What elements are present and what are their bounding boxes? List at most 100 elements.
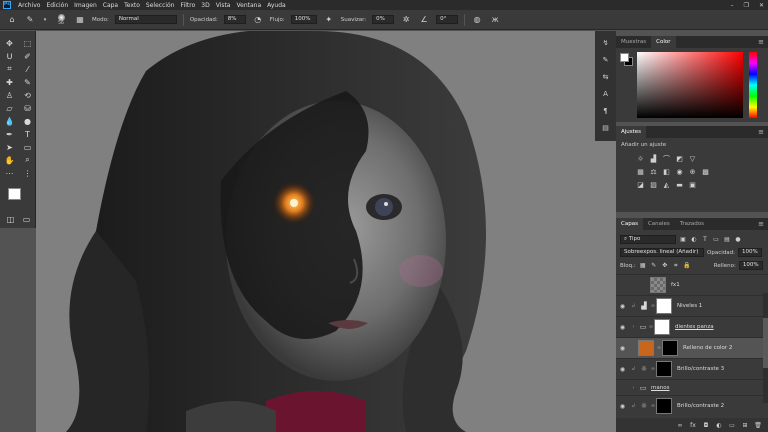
black-white-icon[interactable]: ◧ [662, 167, 671, 176]
layer-kind-filter[interactable]: ⌕ Tipo [620, 235, 676, 244]
lock-all-icon[interactable]: 🔒 [683, 262, 691, 270]
mode-select[interactable]: Normal [114, 15, 177, 24]
paint-bucket-tool-icon[interactable]: ⛁ [19, 102, 36, 114]
layers-scroll-thumb[interactable] [763, 318, 768, 368]
eye-icon[interactable]: ◉ [616, 324, 629, 331]
gear-icon[interactable]: ✲ [400, 14, 412, 26]
chevron-down-icon[interactable]: ▾ [42, 14, 48, 26]
curves-icon[interactable]: ⌒ [662, 154, 671, 163]
type-tool-icon[interactable]: T [19, 128, 36, 140]
eye-icon[interactable]: ◉ [616, 303, 629, 310]
smooth-input[interactable]: 0% [372, 15, 395, 24]
filter-type-icon[interactable]: T [701, 236, 709, 244]
filter-pixel-icon[interactable]: ▣ [679, 236, 687, 244]
channel-mixer-icon[interactable]: ⊕ [688, 167, 697, 176]
gradient-map-icon[interactable]: ▬ [675, 180, 684, 189]
layer-row[interactable]: ◉ ↲ ▟ ∞ Niveles 1 [616, 295, 768, 316]
filter-shape-icon[interactable]: ▭ [712, 236, 720, 244]
libraries-panel-icon[interactable]: ▤ [599, 122, 612, 134]
brush-panel-icon[interactable]: ✎ [599, 54, 612, 66]
brightness-icon[interactable]: ☼ [636, 154, 645, 163]
layer-row[interactable]: ◉ ↲ ☼ ∞ Brillo/contraste 2 [616, 395, 768, 416]
layer-opacity-input[interactable]: 100% [737, 248, 762, 257]
menu-seleccion[interactable]: Selección [143, 2, 178, 9]
eye-icon[interactable]: ◉ [616, 403, 629, 410]
more-tools-icon[interactable]: ⋯ [1, 167, 18, 179]
pen-tool-icon[interactable]: ✒ [1, 128, 18, 140]
marquee-tool-icon[interactable]: ⬚ [19, 37, 36, 49]
menu-archivo[interactable]: Archivo [15, 2, 43, 9]
lock-position-icon[interactable]: ✥ [661, 262, 669, 270]
layer-row[interactable]: ◉ › ▭ ∞ dientes panza [616, 316, 768, 337]
zoom-tool-icon[interactable]: ⌕ [19, 154, 36, 166]
lock-transparent-icon[interactable]: ▦ [639, 262, 647, 270]
menu-imagen[interactable]: Imagen [71, 2, 100, 9]
eraser-tool-icon[interactable]: ▱ [1, 102, 18, 114]
panel-menu-icon[interactable]: ≡ [758, 36, 768, 48]
menu-ventana[interactable]: Ventana [233, 2, 264, 9]
levels-icon[interactable]: ▟ [649, 154, 658, 163]
posterize-icon[interactable]: ▨ [649, 180, 658, 189]
lasso-tool-icon[interactable]: ᑌ [1, 50, 18, 62]
filter-adjustment-icon[interactable]: ◐ [690, 236, 698, 244]
new-layer-icon[interactable]: ⊞ [741, 421, 749, 429]
color-lookup-icon[interactable]: ▩ [701, 167, 710, 176]
shape-tool-icon[interactable]: ▭ [19, 141, 36, 153]
eye-icon[interactable]: ◉ [616, 366, 629, 373]
color-balance-icon[interactable]: ⚖ [649, 167, 658, 176]
properties-panel-icon[interactable]: ⇆ [599, 71, 612, 83]
filter-toggle-icon[interactable]: ● [734, 236, 742, 244]
add-mask-icon[interactable]: ◘ [702, 421, 710, 429]
clone-stamp-tool-icon[interactable]: ♙ [1, 89, 18, 101]
quick-select-tool-icon[interactable]: ✐ [19, 50, 36, 62]
symmetry-butterfly-icon[interactable]: ж [489, 14, 501, 26]
menu-ayuda[interactable]: Ayuda [264, 2, 289, 9]
vibrance-icon[interactable]: ▽ [688, 154, 697, 163]
exposure-icon[interactable]: ◩ [675, 154, 684, 163]
menu-texto[interactable]: Texto [121, 2, 143, 9]
hue-slider[interactable] [749, 52, 757, 118]
brush-tool-icon[interactable]: ✎ [24, 14, 36, 26]
pressure-opacity-icon[interactable]: ◔ [252, 14, 264, 26]
blur-tool-icon[interactable]: 💧 [1, 115, 18, 127]
menu-edicion[interactable]: Edición [43, 2, 71, 9]
hand-tool-icon[interactable]: ✋ [1, 154, 18, 166]
menu-filtro[interactable]: Filtro [178, 2, 199, 9]
new-group-icon[interactable]: ▭ [728, 421, 736, 429]
layer-fill-input[interactable]: 100% [738, 261, 763, 270]
close-button[interactable]: ✕ [759, 2, 764, 9]
airbrush-icon[interactable]: ✦ [323, 14, 335, 26]
invert-icon[interactable]: ◪ [636, 180, 645, 189]
flow-input[interactable]: 100% [290, 15, 317, 24]
menu-3d[interactable]: 3D [198, 2, 212, 9]
lock-artboard-icon[interactable]: ⌗ [672, 262, 680, 270]
color-foreground-swatch[interactable] [620, 53, 629, 62]
angle-input[interactable]: 0° [436, 15, 459, 24]
expand-chevron-icon[interactable]: › [629, 385, 638, 391]
crop-tool-icon[interactable]: ⌗ [1, 63, 18, 75]
quick-mask-icon[interactable]: ◫ [2, 213, 19, 225]
tab-capas[interactable]: Capas [616, 218, 643, 230]
hue-saturation-icon[interactable]: ▦ [636, 167, 645, 176]
brush-preset-picker[interactable]: 56 [54, 13, 68, 26]
pressure-size-icon[interactable]: ◍ [471, 14, 483, 26]
photo-filter-icon[interactable]: ◉ [675, 167, 684, 176]
layer-row[interactable]: ◉ ↲ ☼ ∞ Brillo/contraste 3 [616, 358, 768, 379]
filter-smart-icon[interactable]: ▤ [723, 236, 731, 244]
color-field[interactable] [637, 52, 743, 118]
character-panel-icon[interactable]: A [599, 88, 612, 100]
layer-row-selected[interactable]: ◉ ∞ Relleno de color 2 [616, 337, 768, 358]
dodge-tool-icon[interactable]: ● [19, 115, 36, 127]
path-select-tool-icon[interactable]: ➤ [1, 141, 18, 153]
fx-icon[interactable]: fx [689, 421, 697, 429]
expand-chevron-icon[interactable]: › [629, 324, 638, 330]
tab-muestras[interactable]: Muestras [616, 36, 651, 48]
tab-canales[interactable]: Canales [643, 218, 675, 230]
document-canvas[interactable] [36, 31, 616, 432]
opacity-input[interactable]: 8% [223, 15, 246, 24]
eyedropper-tool-icon[interactable]: ⁄ [19, 63, 36, 75]
lock-image-icon[interactable]: ✎ [650, 262, 658, 270]
tab-color[interactable]: Color [651, 36, 676, 48]
menu-vista[interactable]: Vista [213, 2, 234, 9]
screen-mode-icon[interactable]: ▭ [18, 213, 35, 225]
